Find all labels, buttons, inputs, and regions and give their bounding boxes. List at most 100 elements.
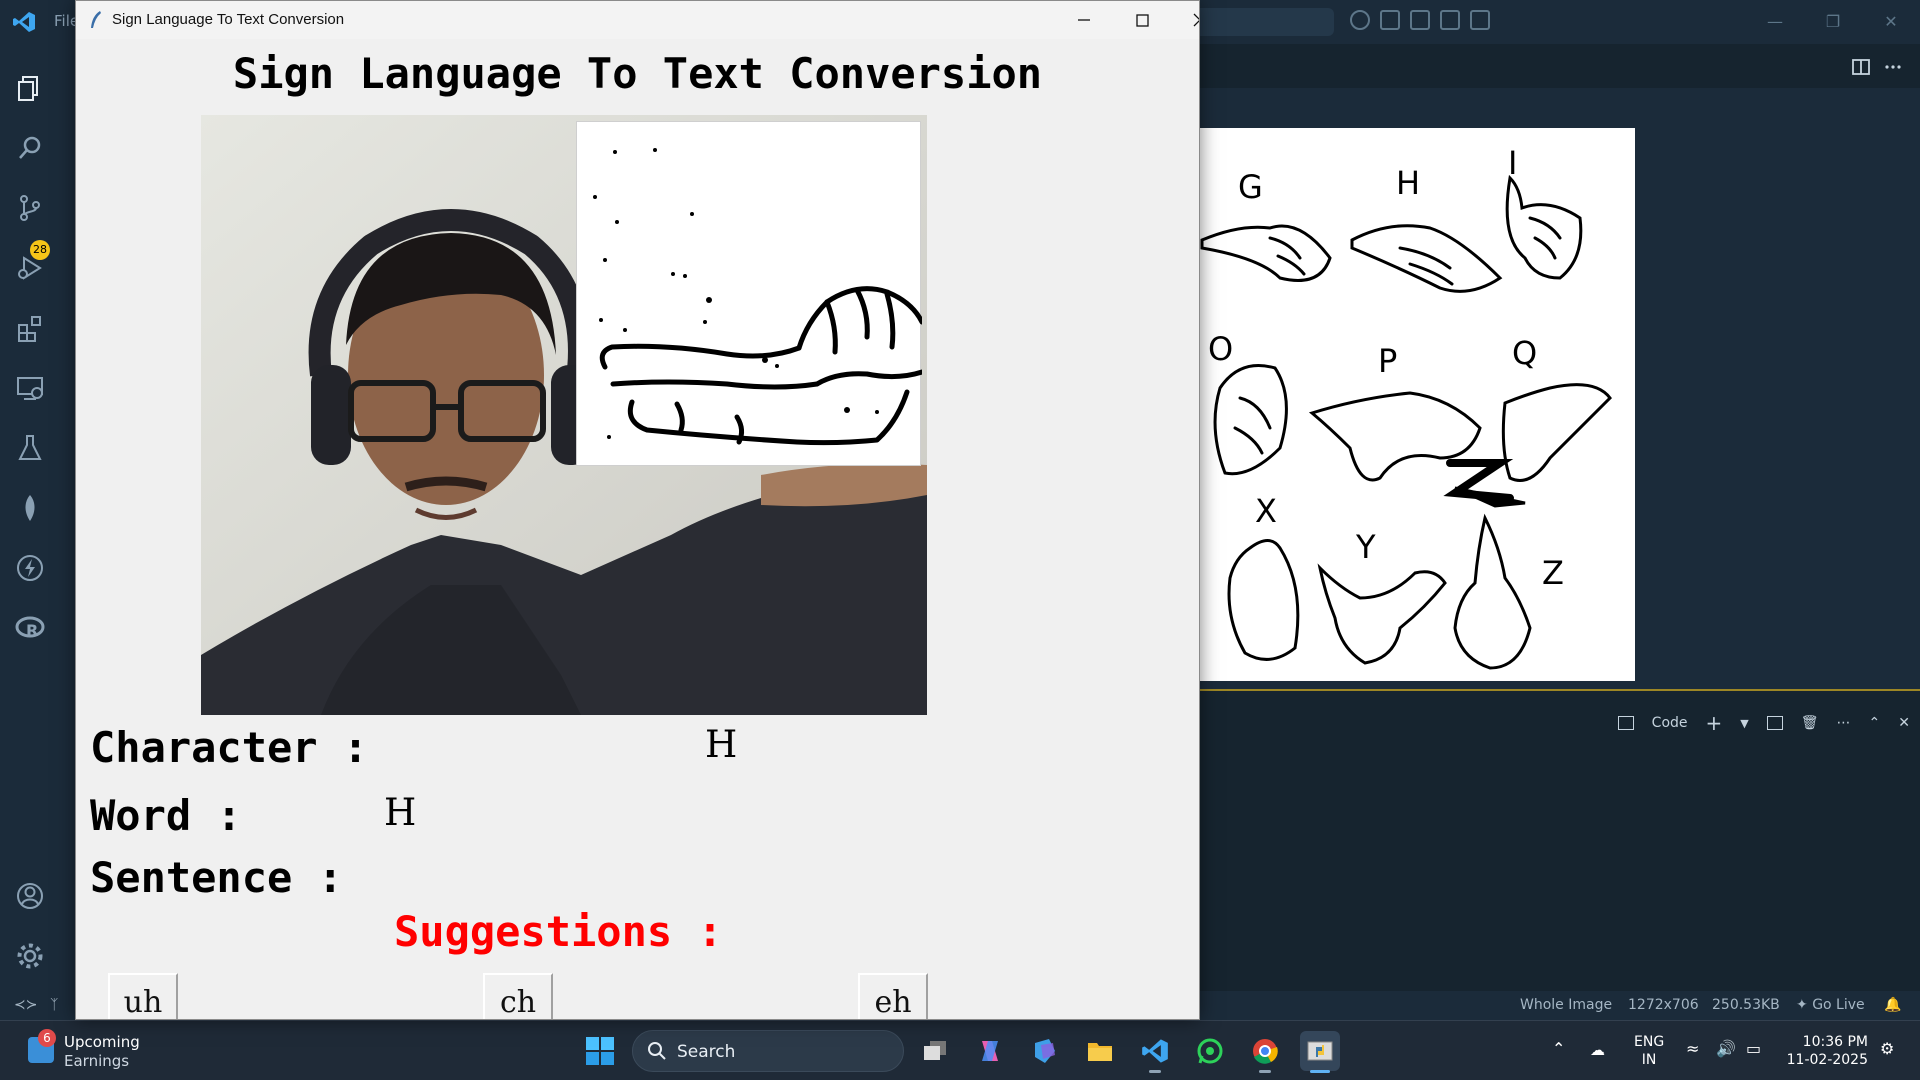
language-line2: IN bbox=[1641, 1052, 1657, 1068]
toggle-sidebar-icon[interactable] bbox=[1410, 10, 1430, 30]
asl-letter-p: P bbox=[1378, 342, 1397, 380]
windows-start-icon[interactable] bbox=[584, 1035, 616, 1067]
settings-gear-icon[interactable] bbox=[14, 940, 46, 972]
clock-time: 10:36 PM bbox=[1802, 1034, 1868, 1050]
accounts-icon[interactable] bbox=[14, 880, 46, 912]
go-live-button[interactable]: ✦ Go Live bbox=[1796, 997, 1865, 1013]
suggestion-button-3[interactable]: eh bbox=[858, 973, 928, 1019]
character-label: Character : bbox=[90, 723, 369, 772]
wifi-icon[interactable]: ≈ bbox=[1686, 1039, 1699, 1058]
task-view-icon bbox=[924, 1041, 946, 1060]
r-extension-icon[interactable]: R bbox=[14, 612, 46, 644]
close-icon[interactable]: ✕ bbox=[1862, 0, 1920, 44]
widgets-line2: Earnings bbox=[64, 1052, 130, 1070]
word-label: Word : bbox=[90, 791, 242, 840]
extensions-icon[interactable] bbox=[14, 312, 46, 344]
whatsapp-app-button[interactable] bbox=[1190, 1031, 1230, 1071]
webcam-feed bbox=[201, 115, 927, 715]
chrome-icon bbox=[1253, 1039, 1278, 1064]
status-image-dimensions[interactable]: 1272x706 bbox=[1628, 997, 1699, 1013]
asl-letter-g: G bbox=[1238, 168, 1263, 206]
status-image-size[interactable]: 250.53KB bbox=[1712, 997, 1780, 1013]
split-editor-icon[interactable] bbox=[1852, 58, 1870, 76]
trash-icon[interactable]: 🗑 bbox=[1801, 715, 1819, 731]
windows-taskbar: 6 Upcoming Earnings Search ⌃ ☁ ENG IN ≈ … bbox=[0, 1020, 1920, 1080]
hand-skeleton-view bbox=[576, 121, 922, 466]
asl-letter-y: Y bbox=[1355, 528, 1376, 566]
microsoft-365-icon bbox=[1035, 1039, 1055, 1063]
panel-toolbar: Code + ▼ 🗑 ⋯ ⌃ ✕ bbox=[1617, 711, 1910, 735]
svg-text:R: R bbox=[26, 621, 38, 640]
thunder-client-icon[interactable] bbox=[14, 552, 46, 584]
language-line1: ENG bbox=[1634, 1034, 1665, 1050]
whatsapp-icon bbox=[1197, 1038, 1223, 1064]
explorer-icon[interactable] bbox=[14, 72, 46, 104]
file-explorer-button[interactable] bbox=[1080, 1031, 1120, 1071]
widgets-button[interactable]: 6 Upcoming Earnings bbox=[24, 1029, 184, 1071]
notification-center-icon[interactable]: ⚙ bbox=[1880, 1039, 1894, 1058]
terminal-name-tab[interactable]: Code bbox=[1652, 715, 1688, 731]
testing-icon[interactable] bbox=[14, 432, 46, 464]
vscode-window-controls: — ❐ ✕ bbox=[1746, 0, 1920, 44]
git-branch-icon[interactable]: ᛉ bbox=[50, 997, 58, 1013]
suggestion-button-1[interactable]: uh bbox=[108, 973, 178, 1019]
taskbar-clock[interactable]: 10:36 PM 11-02-2025 bbox=[1784, 1033, 1868, 1069]
source-control-icon[interactable] bbox=[14, 192, 46, 224]
widgets-line1: Upcoming bbox=[64, 1033, 140, 1051]
volume-icon[interactable]: 🔊 bbox=[1716, 1039, 1736, 1058]
status-image-label[interactable]: Whole Image bbox=[1520, 997, 1612, 1013]
asl-letter-x: X bbox=[1255, 492, 1277, 530]
task-view-button[interactable] bbox=[915, 1031, 955, 1071]
command-center[interactable] bbox=[1180, 8, 1334, 36]
new-terminal-plus-icon[interactable]: + bbox=[1706, 711, 1723, 735]
python-app-button[interactable] bbox=[1300, 1031, 1340, 1073]
layout-controls bbox=[1350, 10, 1490, 34]
copilot-app-button[interactable] bbox=[970, 1031, 1010, 1071]
chrome-app-button[interactable] bbox=[1245, 1031, 1285, 1073]
app-maximize-icon[interactable] bbox=[1113, 1, 1171, 39]
toggle-panel-icon[interactable] bbox=[1440, 10, 1460, 30]
app-close-icon[interactable] bbox=[1171, 1, 1200, 39]
terminal-icon bbox=[1617, 716, 1634, 730]
language-indicator[interactable]: ENG IN bbox=[1634, 1033, 1664, 1069]
chevron-down-icon[interactable]: ▼ bbox=[1740, 717, 1748, 730]
sentence-label: Sentence : bbox=[90, 853, 343, 902]
suggestion-button-2[interactable]: ch bbox=[483, 973, 553, 1019]
remote-explorer-icon[interactable] bbox=[14, 372, 46, 404]
asl-letter-h: H bbox=[1396, 164, 1420, 202]
activity-bar: 28 R bbox=[0, 44, 60, 1020]
minimize-icon[interactable]: — bbox=[1746, 0, 1804, 44]
run-debug-icon[interactable] bbox=[14, 252, 46, 284]
tray-overflow-chevron-icon[interactable]: ⌃ bbox=[1552, 1039, 1565, 1058]
split-terminal-icon[interactable] bbox=[1766, 716, 1783, 730]
mongodb-icon[interactable] bbox=[14, 492, 46, 524]
character-value: H bbox=[705, 723, 738, 766]
widgets-badge: 6 bbox=[38, 1029, 56, 1047]
maximize-panel-icon[interactable]: ⌃ bbox=[1869, 715, 1881, 731]
more-actions-icon[interactable] bbox=[1884, 58, 1902, 76]
app-minimize-icon[interactable] bbox=[1055, 1, 1113, 39]
vscode-logo-icon[interactable] bbox=[12, 10, 36, 34]
app-heading: Sign Language To Text Conversion bbox=[232, 49, 1043, 98]
remote-indicator-icon[interactable]: ≺≻ bbox=[14, 997, 37, 1013]
copilot-icon[interactable] bbox=[1350, 10, 1370, 30]
tk-feather-icon bbox=[91, 11, 101, 28]
more-actions-icon[interactable]: ⋯ bbox=[1837, 715, 1851, 731]
taskbar-search-box[interactable]: Search bbox=[632, 1030, 904, 1072]
restore-icon[interactable]: ❐ bbox=[1804, 0, 1862, 44]
notifications-bell-icon[interactable]: 🔔 bbox=[1884, 997, 1901, 1013]
editor-tab-bar bbox=[1200, 44, 1920, 88]
m365-app-button[interactable] bbox=[1025, 1031, 1065, 1071]
search-icon[interactable] bbox=[14, 132, 46, 164]
close-panel-icon[interactable]: ✕ bbox=[1898, 715, 1910, 731]
customize-layout-icon[interactable] bbox=[1380, 10, 1400, 30]
battery-icon[interactable]: ▭ bbox=[1746, 1039, 1761, 1058]
vscode-app-button[interactable] bbox=[1135, 1031, 1175, 1073]
copilot-icon bbox=[982, 1041, 998, 1061]
search-icon bbox=[648, 1042, 666, 1060]
word-value: H bbox=[384, 791, 417, 834]
toggle-secondary-sidebar-icon[interactable] bbox=[1470, 10, 1490, 30]
terminal-panel: Code + ▼ 🗑 ⋯ ⌃ ✕ bbox=[1200, 691, 1920, 991]
suggestions-label: Suggestions : bbox=[394, 907, 723, 956]
onedrive-icon[interactable]: ☁ bbox=[1590, 1041, 1605, 1059]
